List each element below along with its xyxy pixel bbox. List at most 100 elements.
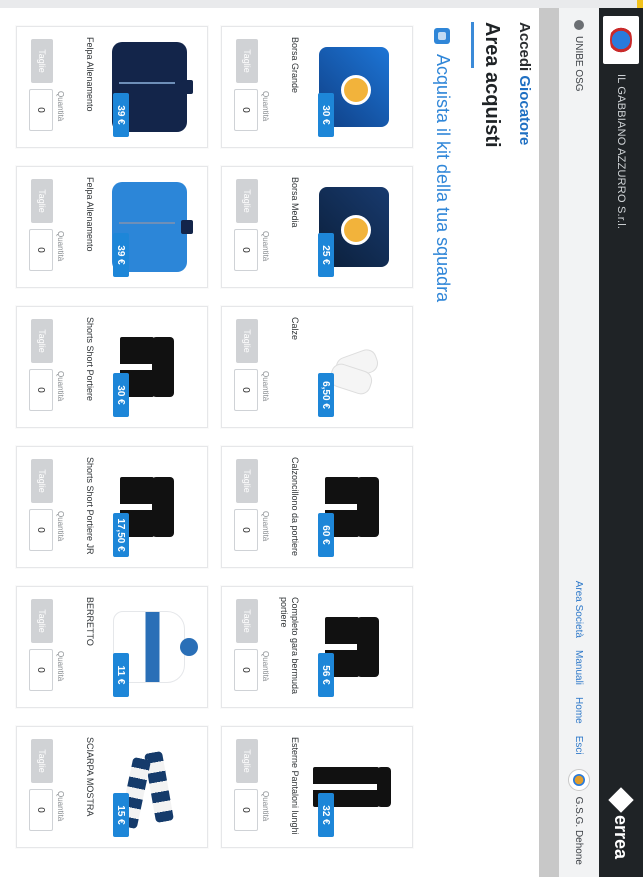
club-logo [603, 16, 639, 64]
product-price-badge: 25 € [318, 233, 334, 277]
product-card[interactable]: 17,50 € Shorts Short Portiere JR Taglie … [16, 446, 208, 568]
quantity-input[interactable]: 0 [234, 509, 258, 551]
product-price-badge: 15 € [113, 793, 129, 837]
screenshot-frame: IL GABBIANO AZZURRO S.r.l. errea UNIBE O… [0, 8, 643, 877]
product-card[interactable]: 6,50 € Calze Taglie Quantità 0 [221, 306, 413, 428]
product-price-badge: 17,50 € [113, 513, 129, 557]
club-name: IL GABBIANO AZZURRO S.r.l. [615, 74, 627, 230]
product-name: Borsa Media [290, 177, 300, 228]
quantity-label: Quantità [261, 511, 270, 542]
size-select[interactable]: Taglie [31, 39, 53, 83]
size-select[interactable]: Taglie [31, 459, 53, 503]
quantity-input[interactable]: 0 [29, 509, 53, 551]
kit-title: Acquista il kit della tua squadra [432, 28, 453, 302]
quantity-input[interactable]: 0 [234, 649, 258, 691]
quantity-input[interactable]: 0 [29, 789, 53, 831]
product-name: SCIARPA MOSTRA [85, 737, 95, 817]
area-acquisti-title: Area acquisti [471, 22, 503, 148]
product-name: Completo gara bermuda portiere [279, 597, 300, 695]
accedi-role: Giocatore [516, 75, 533, 146]
rotated-ui-stage: IL GABBIANO AZZURRO S.r.l. errea UNIBE O… [0, 8, 643, 877]
product-name: Felpa Allenamento [85, 37, 95, 112]
size-select[interactable]: Taglie [236, 179, 258, 223]
size-select[interactable]: Taglie [31, 319, 53, 363]
product-card[interactable]: 25 € Borsa Media Taglie Quantità 0 [221, 166, 413, 288]
product-card[interactable]: 15 € SCIARPA MOSTRA Taglie Quantità 0 [16, 726, 208, 848]
product-name: Felpa Allenamento [85, 177, 95, 252]
user-info[interactable]: UNIBE OSG [574, 20, 585, 92]
size-select[interactable]: Taglie [31, 599, 53, 643]
quantity-input[interactable]: 0 [234, 789, 258, 831]
size-select[interactable]: Taglie [236, 739, 258, 783]
size-select[interactable]: Taglie [236, 319, 258, 363]
brand-text: errea [611, 814, 632, 859]
title-underline [471, 22, 474, 68]
product-price-badge: 56 € [318, 653, 334, 697]
quantity-label: Quantità [56, 511, 65, 542]
product-card[interactable]: 30 € Shorts Short Portiere Taglie Quanti… [16, 306, 208, 428]
product-name: Calzoncillono da portiere [290, 457, 300, 557]
quantity-input[interactable]: 0 [234, 369, 258, 411]
product-card[interactable]: 39 € Felpa Allenamento Taglie Quantità 0 [16, 166, 208, 288]
product-price-badge: 32 € [318, 793, 334, 837]
product-price-badge: 11 € [113, 653, 129, 697]
team-selector[interactable]: G.S.G. Dehone [568, 768, 590, 865]
quantity-input[interactable]: 0 [29, 369, 53, 411]
products-grid: 30 € Borsa Grande Taglie Quantità 0 25 €… [8, 26, 413, 872]
navigation-bar: UNIBE OSG Area Società Manuali Home Esci… [559, 8, 599, 877]
quantity-label: Quantità [261, 371, 270, 402]
accedi-label: Accedi [516, 22, 533, 72]
cart-icon [434, 28, 451, 44]
nav-home[interactable]: Home [574, 697, 585, 724]
quantity-label: Quantità [261, 231, 270, 262]
user-icon [574, 20, 584, 30]
quantity-label: Quantità [56, 231, 65, 262]
product-name: Borsa Grande [290, 37, 300, 94]
product-name: Calze [290, 317, 300, 341]
club-logo-mark [610, 23, 632, 57]
accedi-title: Accedi Giocatore [516, 22, 533, 145]
kit-title-text: Acquista il kit della tua squadra [433, 54, 453, 303]
product-name: Shorts Short Portiere [85, 317, 95, 402]
quantity-input[interactable]: 0 [29, 649, 53, 691]
product-name: BERRETTO [85, 597, 95, 646]
quantity-input[interactable]: 0 [234, 229, 258, 271]
team-name: G.S.G. Dehone [573, 796, 585, 865]
product-card[interactable]: 30 € Borsa Grande Taglie Quantità 0 [221, 26, 413, 148]
product-card[interactable]: 39 € Felpa Allenamento Taglie Quantità 0 [16, 26, 208, 148]
size-select[interactable]: Taglie [31, 739, 53, 783]
quantity-label: Quantità [261, 651, 270, 682]
nav-area-societa[interactable]: Area Società [574, 581, 585, 638]
product-card[interactable]: 11 € BERRETTO Taglie Quantità 0 [16, 586, 208, 708]
quantity-label: Quantità [56, 91, 65, 122]
team-badge-icon [568, 768, 590, 791]
quantity-input[interactable]: 0 [234, 89, 258, 131]
size-select[interactable]: Taglie [236, 459, 258, 503]
nav-manuali[interactable]: Manuali [574, 650, 585, 685]
header-separator [539, 8, 559, 877]
quantity-label: Quantità [261, 791, 270, 822]
quantity-label: Quantità [56, 371, 65, 402]
product-price-badge: 60 € [318, 513, 334, 557]
quantity-input[interactable]: 0 [29, 229, 53, 271]
size-select[interactable]: Taglie [236, 599, 258, 643]
brand-diamond-icon [608, 787, 634, 813]
product-name: Shorts Short Portiere JR [85, 457, 95, 555]
user-name: UNIBE OSG [573, 36, 585, 92]
product-name: Esterne Pantaloni lunghi [290, 737, 300, 835]
product-card[interactable]: 32 € Esterne Pantaloni lunghi Taglie Qua… [221, 726, 413, 848]
quantity-input[interactable]: 0 [29, 89, 53, 131]
size-select[interactable]: Taglie [236, 39, 258, 83]
product-card[interactable]: 56 € Completo gara bermuda portiere Tagl… [221, 586, 413, 708]
quantity-label: Quantità [56, 791, 65, 822]
size-select[interactable]: Taglie [31, 179, 53, 223]
quantity-label: Quantità [261, 91, 270, 122]
product-price-badge: 30 € [318, 93, 334, 137]
brand-logo: errea [608, 787, 634, 859]
product-price-badge: 30 € [113, 373, 129, 417]
area-acquisti-text: Area acquisti [481, 22, 503, 148]
nav-esci[interactable]: Esci [574, 736, 585, 755]
quantity-label: Quantità [56, 651, 65, 682]
product-card[interactable]: 60 € Calzoncillono da portiere Taglie Qu… [221, 446, 413, 568]
nav-menu: Area Società Manuali Home Esci [574, 581, 585, 755]
